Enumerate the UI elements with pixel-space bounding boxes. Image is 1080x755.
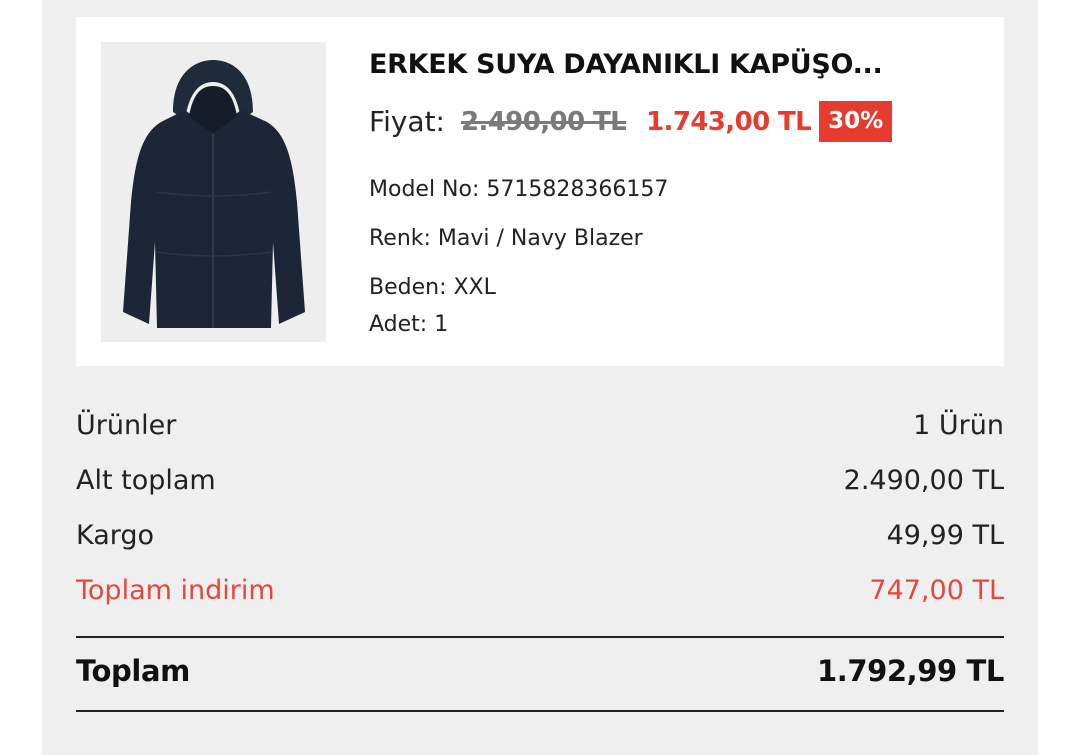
total-label: Toplam [76,654,190,688]
subtotal-label: Alt toplam [76,465,216,496]
product-size: Beden: XXL [369,275,496,300]
jacket-image [101,42,326,342]
summary-shipping-row: Kargo 49,99 TL [76,520,1004,551]
summary-divider-top [76,636,1004,638]
new-price: 1.743,00 TL [646,106,812,137]
summary-total-row: Toplam 1.792,99 TL [76,654,1004,688]
discount-label: Toplam indirim [76,575,275,606]
summary-divider-bottom [76,710,1004,712]
product-color: Renk: Mavi / Navy Blazer [369,226,643,251]
shipping-value: 49,99 TL [886,520,1004,551]
subtotal-value: 2.490,00 TL [843,465,1004,496]
summary-items-row: Ürünler 1 Ürün [76,410,1004,441]
product-image[interactable] [101,42,326,342]
total-value: 1.792,99 TL [816,654,1004,688]
product-card: ERKEK SUYA DAYANIKLI KAPÜŞO... Fiyat: 2.… [76,17,1004,366]
old-price: 2.490,00 TL [461,106,627,137]
items-label: Ürünler [76,410,177,441]
summary-subtotal-row: Alt toplam 2.490,00 TL [76,465,1004,496]
summary-discount-row: Toplam indirim 747,00 TL [76,575,1004,606]
shipping-label: Kargo [76,520,155,551]
price-label: Fiyat: [369,105,445,138]
product-quantity: Adet: 1 [369,312,449,337]
items-value: 1 Ürün [913,410,1004,441]
product-title[interactable]: ERKEK SUYA DAYANIKLI KAPÜŞO... [369,49,883,80]
discount-value: 747,00 TL [869,575,1004,606]
order-summary-page: ERKEK SUYA DAYANIKLI KAPÜŞO... Fiyat: 2.… [42,0,1038,755]
discount-badge: 30% [819,101,893,142]
price-row: Fiyat: 2.490,00 TL 1.743,00 TL 30% [369,101,893,142]
model-number: Model No: 5715828366157 [369,177,669,202]
